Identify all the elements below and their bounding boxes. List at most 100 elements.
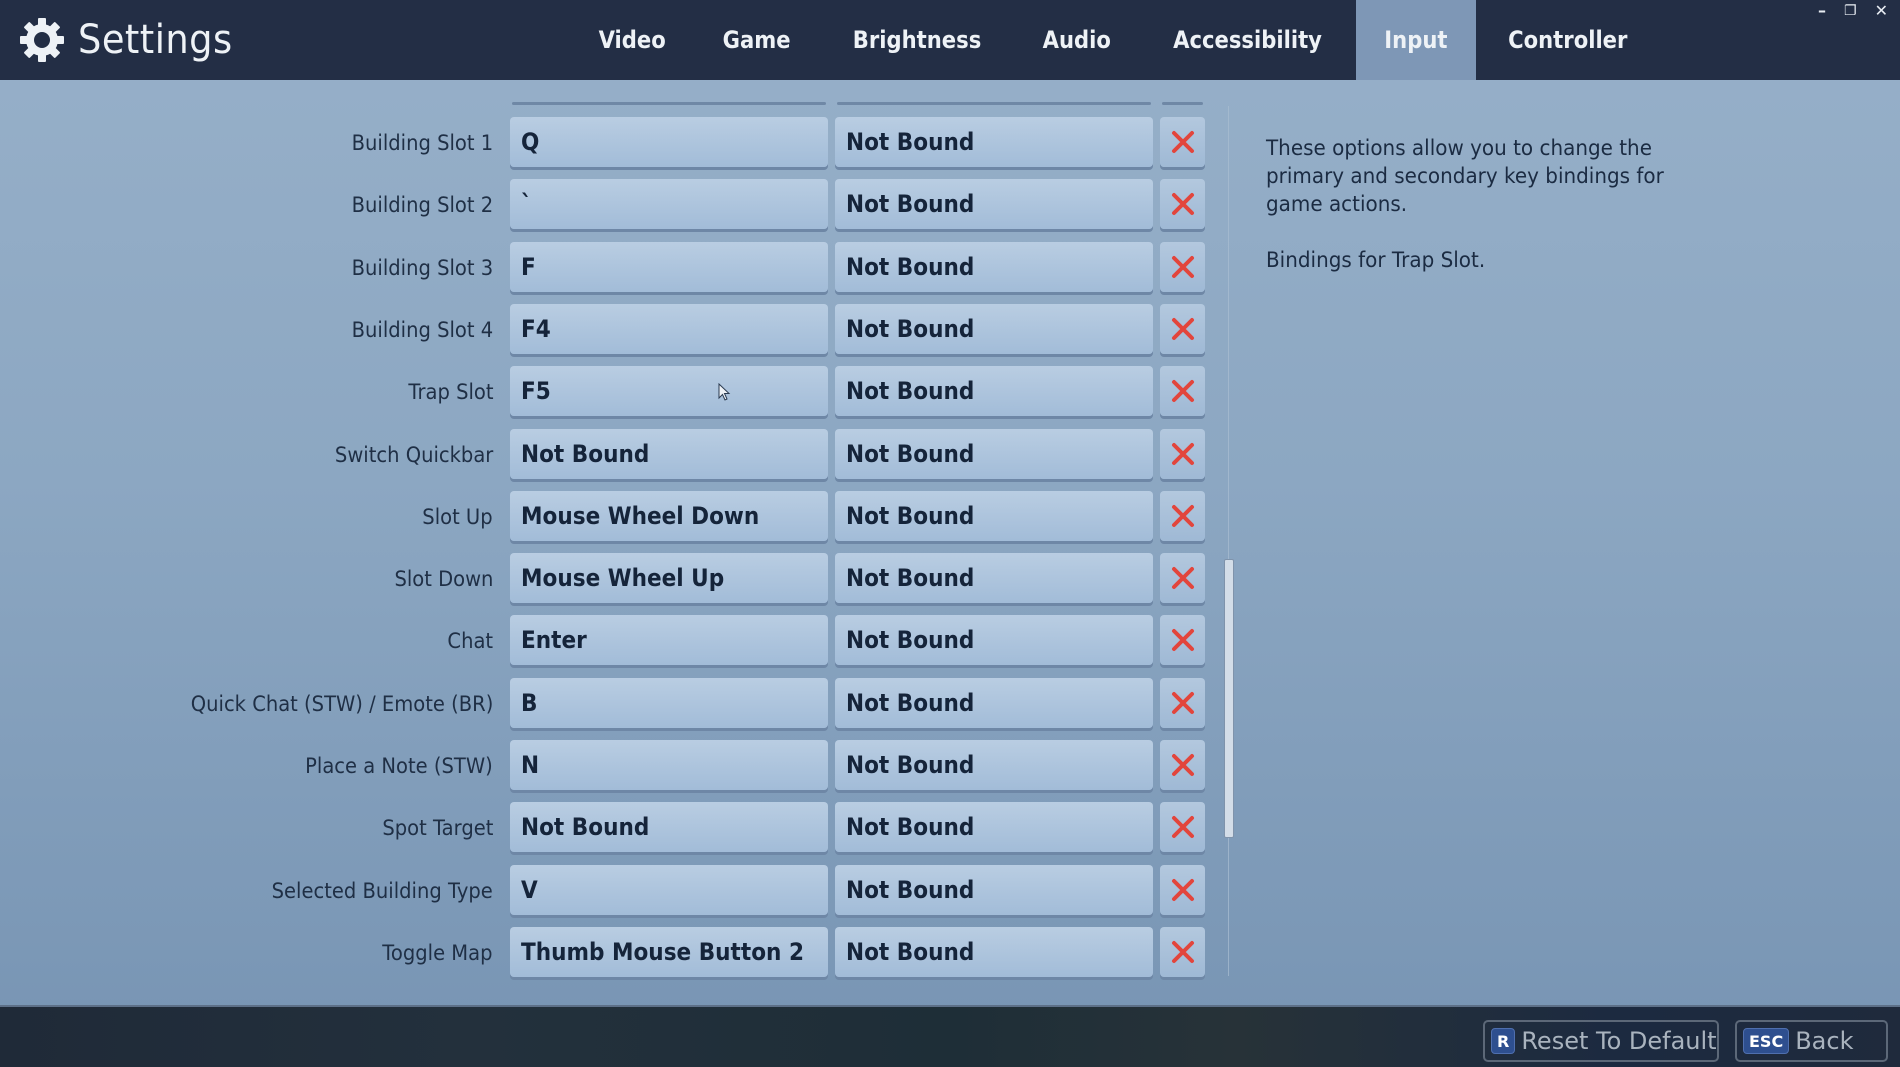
binding-row: Toggle Map Thumb Mouse Button 2 Not Bound [0, 926, 1240, 979]
primary-binding-button[interactable]: F4 [510, 303, 828, 354]
action-label: Building Slot 2 [351, 193, 493, 218]
action-label: Building Slot 4 [351, 317, 493, 342]
primary-binding-button[interactable]: ` [510, 179, 828, 230]
action-label: Selected Building Type [271, 878, 493, 903]
close-x-icon [1171, 567, 1194, 590]
secondary-binding-value: Not Bound [846, 875, 975, 904]
primary-binding-value: F4 [521, 314, 551, 343]
binding-row: Building Slot 4 F4 Not Bound [0, 303, 1240, 356]
primary-binding-button[interactable]: Mouse Wheel Down [510, 490, 828, 541]
close-x-icon [1171, 317, 1194, 340]
primary-binding-value: B [521, 688, 538, 717]
secondary-binding-button[interactable]: Not Bound [835, 677, 1153, 728]
secondary-binding-button[interactable]: Not Bound [835, 303, 1153, 354]
primary-binding-button[interactable]: F [510, 241, 828, 292]
action-label: Building Slot 1 [351, 131, 493, 155]
secondary-binding-button[interactable]: Not Bound [835, 179, 1153, 230]
tab-label: Game [722, 26, 791, 54]
primary-binding-button[interactable]: Not Bound [510, 428, 828, 479]
binding-row: Quick Chat (STW) / Emote (BR) B Not Bound [0, 677, 1240, 730]
close-x-icon [1171, 940, 1194, 963]
primary-binding-value: Not Bound [521, 439, 650, 468]
scrollbar-thumb[interactable] [1224, 559, 1234, 838]
clear-binding-button[interactable] [1160, 117, 1205, 167]
binding-row: Switch Quickbar Not Bound Not Bound [0, 428, 1240, 481]
primary-binding-button[interactable]: V [510, 864, 828, 915]
action-label: Switch Quickbar [334, 442, 493, 467]
clear-binding-button[interactable] [1160, 366, 1205, 417]
tab-input[interactable]: Input [1356, 0, 1476, 80]
previous-row-edge [512, 102, 826, 105]
keybinding-list: Building Slot 1 Q Not Bound Building Slot 2… [0, 80, 1240, 1005]
clear-binding-button[interactable] [1160, 864, 1205, 915]
clear-binding-button[interactable] [1160, 740, 1205, 790]
tab-label: Input [1384, 26, 1448, 54]
reset-to-default-button[interactable]: R Reset To Default [1483, 1020, 1719, 1062]
secondary-binding-button[interactable]: Not Bound [835, 740, 1153, 790]
primary-binding-value: V [521, 875, 538, 904]
minimize-button[interactable]: – [1818, 1, 1826, 21]
panel-divider [1228, 106, 1229, 976]
primary-binding-button[interactable]: Mouse Wheel Up [510, 553, 828, 604]
binding-row: Trap Slot F5 Not Bound [0, 366, 1240, 418]
secondary-binding-value: Not Bound [846, 813, 975, 842]
description-panel: These options allow you to change the pr… [1266, 134, 1686, 274]
secondary-binding-value: Not Bound [846, 626, 975, 655]
primary-binding-button[interactable]: Enter [510, 615, 828, 666]
close-x-icon [1171, 380, 1194, 403]
primary-binding-button[interactable]: Not Bound [510, 802, 828, 853]
secondary-binding-button[interactable]: Not Bound [835, 117, 1153, 167]
secondary-binding-value: Not Bound [846, 314, 975, 343]
secondary-binding-button[interactable]: Not Bound [835, 366, 1153, 417]
clear-binding-button[interactable] [1160, 802, 1205, 853]
binding-row: Chat Enter Not Bound [0, 615, 1240, 667]
secondary-binding-button[interactable]: Not Bound [835, 802, 1153, 853]
secondary-binding-button[interactable]: Not Bound [835, 241, 1153, 292]
tab-video[interactable]: Video [570, 0, 694, 80]
tab-accessibility[interactable]: Accessibility [1139, 0, 1356, 80]
action-label: Spot Target [381, 816, 493, 841]
tab-audio[interactable]: Audio [1014, 0, 1140, 80]
action-label: Place a Note (STW) [305, 754, 493, 778]
secondary-binding-button[interactable]: Not Bound [835, 615, 1153, 666]
clear-binding-button[interactable] [1160, 179, 1205, 230]
clear-binding-button[interactable] [1160, 241, 1205, 292]
primary-binding-button[interactable]: B [510, 677, 828, 728]
primary-binding-value: ` [521, 190, 532, 219]
tab-label: Accessibility [1173, 26, 1323, 54]
clear-binding-button[interactable] [1160, 490, 1205, 541]
close-x-icon [1171, 255, 1194, 278]
primary-binding-value: Mouse Wheel Down [521, 501, 760, 530]
close-button[interactable]: ✕ [1875, 1, 1888, 21]
primary-binding-button[interactable]: Thumb Mouse Button 2 [510, 926, 828, 977]
secondary-binding-button[interactable]: Not Bound [835, 864, 1153, 915]
page-title: Settings [78, 17, 233, 63]
primary-binding-button[interactable]: N [510, 740, 828, 790]
clear-binding-button[interactable] [1160, 303, 1205, 354]
close-x-icon [1171, 691, 1194, 714]
tab-game[interactable]: Game [694, 0, 819, 80]
secondary-binding-button[interactable]: Not Bound [835, 926, 1153, 977]
tab-brightness[interactable]: Brightness [820, 0, 1014, 80]
clear-binding-button[interactable] [1160, 926, 1205, 977]
secondary-binding-button[interactable]: Not Bound [835, 428, 1153, 479]
clear-binding-button[interactable] [1160, 428, 1205, 479]
primary-binding-button[interactable]: Q [510, 117, 828, 167]
secondary-binding-value: Not Bound [846, 751, 975, 779]
secondary-binding-value: Not Bound [846, 439, 975, 468]
restore-button[interactable]: ❐ [1844, 1, 1857, 21]
secondary-binding-button[interactable]: Not Bound [835, 490, 1153, 541]
clear-binding-button[interactable] [1160, 615, 1205, 666]
tab-controller[interactable]: Controller [1476, 0, 1660, 80]
binding-row: Slot Down Mouse Wheel Up Not Bound [0, 553, 1240, 605]
clear-binding-button[interactable] [1160, 553, 1205, 604]
clear-binding-button[interactable] [1160, 677, 1205, 728]
primary-binding-button[interactable]: F5 [510, 366, 828, 417]
esc-key-badge: ESC [1743, 1028, 1790, 1054]
previous-row-edge [837, 102, 1151, 105]
footer-bar: R Reset To Default ESC Back [0, 1005, 1900, 1067]
close-x-icon [1171, 442, 1194, 465]
secondary-binding-button[interactable]: Not Bound [835, 553, 1153, 604]
back-button[interactable]: ESC Back [1735, 1020, 1888, 1062]
window-controls: – ❐ ✕ [1818, 0, 1888, 22]
